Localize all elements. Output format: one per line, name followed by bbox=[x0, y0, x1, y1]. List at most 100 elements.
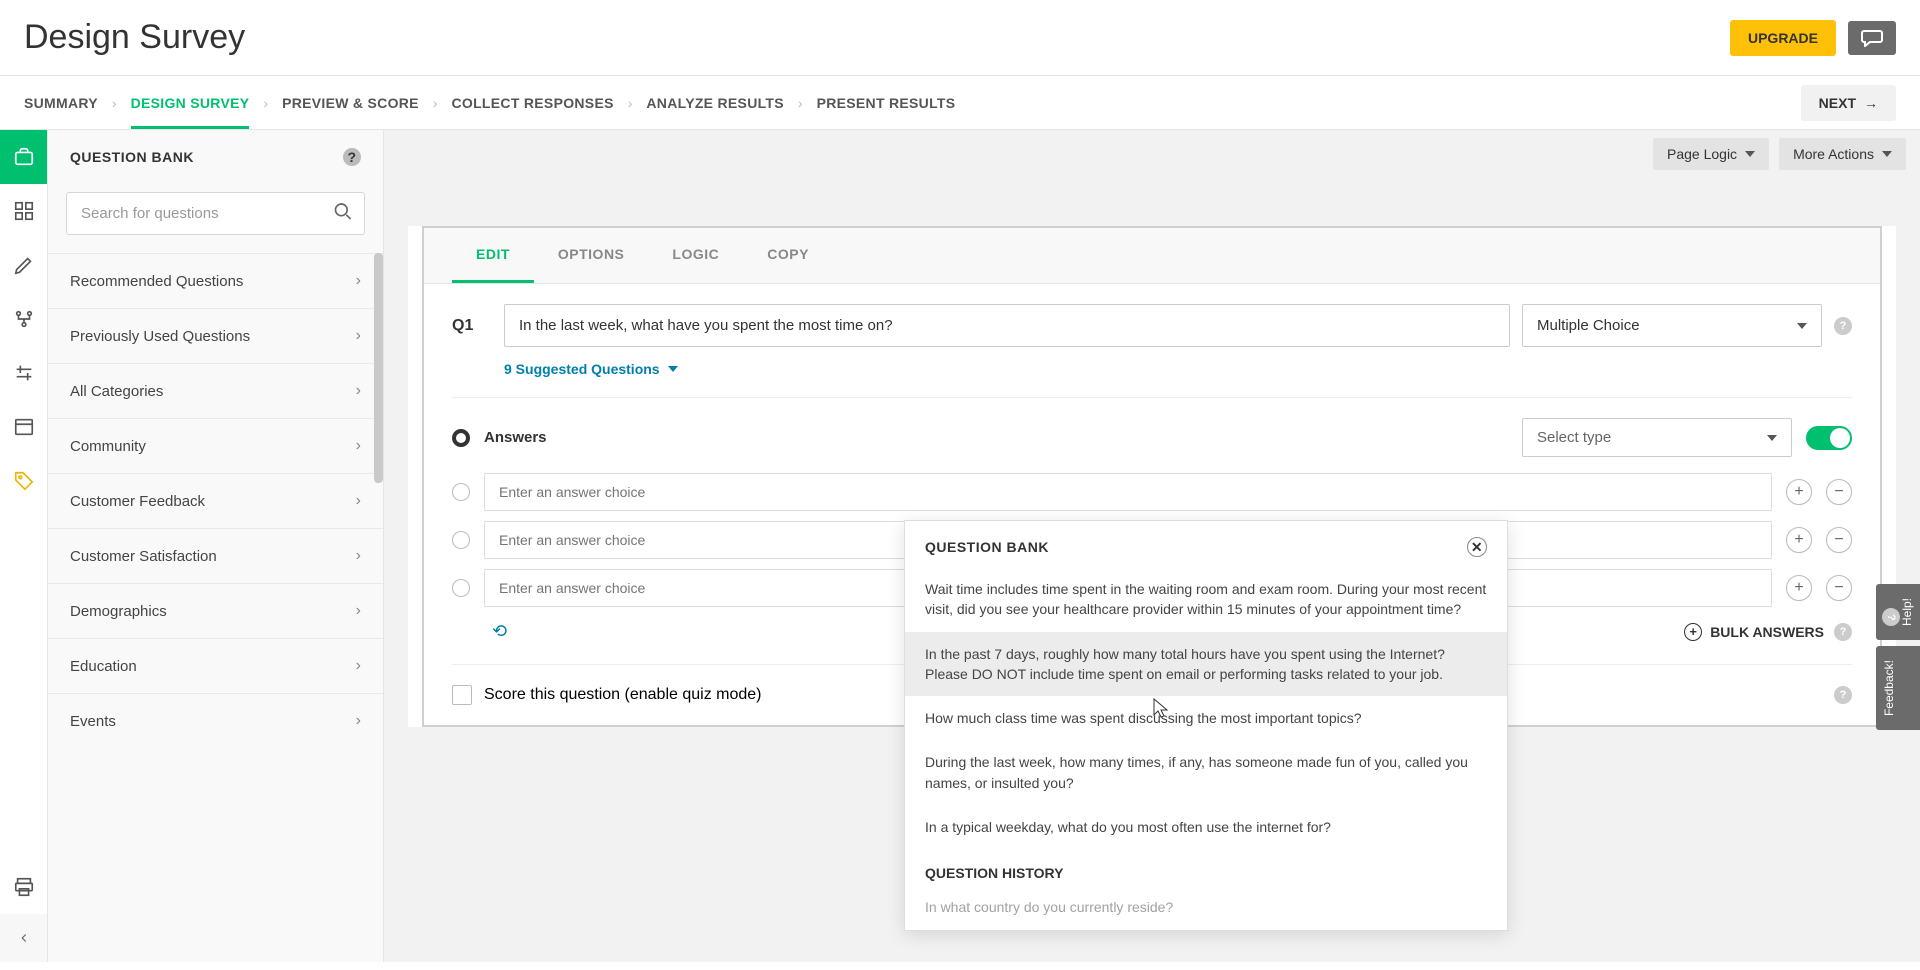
rail-themes[interactable] bbox=[0, 238, 47, 292]
tag-icon bbox=[13, 470, 35, 492]
branch-icon bbox=[13, 308, 35, 330]
rail-build[interactable] bbox=[0, 130, 47, 184]
more-actions-button[interactable]: More Actions bbox=[1779, 138, 1906, 170]
nav-present-results[interactable]: PRESENT RESULTS bbox=[817, 77, 956, 129]
remove-answer-button[interactable]: − bbox=[1826, 479, 1852, 505]
sidebar-item-events[interactable]: Events› bbox=[48, 693, 383, 748]
question-text-input[interactable] bbox=[504, 304, 1510, 347]
help-icon[interactable]: ? bbox=[1834, 317, 1852, 335]
chevron-right-icon: › bbox=[112, 95, 117, 111]
search-box bbox=[66, 192, 365, 235]
nav-collect-responses[interactable]: COLLECT RESPONSES bbox=[451, 77, 613, 129]
canvas: Page Logic More Actions EDIT OPTIONS LOG… bbox=[384, 130, 1920, 962]
rail-preview[interactable] bbox=[0, 454, 47, 508]
body: QUESTION BANK ? Recommended Questions› P… bbox=[0, 130, 1920, 962]
search-icon[interactable] bbox=[333, 201, 353, 226]
chevron-right-icon: › bbox=[356, 327, 361, 345]
bulk-answers-button[interactable]: + BULK ANSWERS bbox=[1684, 623, 1824, 641]
next-button[interactable]: NEXT → bbox=[1801, 85, 1896, 121]
chevron-right-icon: › bbox=[798, 95, 803, 111]
popover-item[interactable]: In a typical weekday, what do you most o… bbox=[905, 805, 1507, 849]
help-icon: ? bbox=[1882, 608, 1900, 626]
suggested-questions-link[interactable]: 9 Suggested Questions bbox=[504, 361, 1852, 377]
chevron-left-icon bbox=[17, 931, 31, 945]
rail-collapse[interactable] bbox=[0, 914, 47, 962]
sidebar-item-education[interactable]: Education› bbox=[48, 638, 383, 693]
search-input[interactable] bbox=[66, 192, 365, 235]
popover-item[interactable]: In the past 7 days, roughly how many tot… bbox=[905, 632, 1507, 697]
remove-answer-button[interactable]: − bbox=[1826, 575, 1852, 601]
popover-history-title: QUESTION HISTORY bbox=[905, 849, 1507, 885]
sidebar-item-recommended[interactable]: Recommended Questions› bbox=[48, 253, 383, 308]
sidebar-item-customer-satisfaction[interactable]: Customer Satisfaction› bbox=[48, 528, 383, 583]
nav-design-survey[interactable]: DESIGN SURVEY bbox=[131, 77, 250, 129]
sidebar-item-label: Previously Used Questions bbox=[70, 328, 250, 345]
plus-circle-icon: + bbox=[1684, 623, 1702, 641]
rail-logic[interactable] bbox=[0, 292, 47, 346]
upgrade-button[interactable]: UPGRADE bbox=[1730, 20, 1836, 56]
nav-summary[interactable]: SUMMARY bbox=[24, 77, 98, 129]
sidebar-item-community[interactable]: Community› bbox=[48, 418, 383, 473]
page-logic-button[interactable]: Page Logic bbox=[1653, 138, 1769, 170]
radio-icon bbox=[452, 531, 470, 549]
sidebar-item-label: Customer Feedback bbox=[70, 493, 205, 510]
add-answer-button[interactable]: + bbox=[1786, 575, 1812, 601]
sidebar-item-all-categories[interactable]: All Categories› bbox=[48, 363, 383, 418]
remove-answer-button[interactable]: − bbox=[1826, 527, 1852, 553]
help-icon[interactable]: ? bbox=[1834, 686, 1852, 704]
answers-head: Answers Select type bbox=[452, 418, 1852, 457]
popover-history-item[interactable]: In what country do you currently reside? bbox=[905, 885, 1507, 929]
score-label: Score this question (enable quiz mode) bbox=[484, 686, 762, 704]
answers-toggle[interactable] bbox=[1806, 426, 1852, 450]
rail-options[interactable] bbox=[0, 346, 47, 400]
chevron-right-icon: › bbox=[263, 95, 268, 111]
chevron-right-icon: › bbox=[356, 657, 361, 675]
sidebar-item-previously-used[interactable]: Previously Used Questions › bbox=[48, 308, 383, 363]
answer-row: + − bbox=[452, 473, 1852, 511]
sidebar-item-customer-feedback[interactable]: Customer Feedback› bbox=[48, 473, 383, 528]
window-icon bbox=[13, 416, 35, 438]
question-type-select[interactable]: Multiple Choice bbox=[1522, 304, 1822, 347]
chevron-down-icon bbox=[1797, 323, 1807, 329]
sidebar-item-demographics[interactable]: Demographics› bbox=[48, 583, 383, 638]
header-actions: UPGRADE bbox=[1730, 20, 1896, 56]
close-button[interactable]: ✕ bbox=[1467, 537, 1487, 557]
help-icon[interactable]: ? bbox=[343, 148, 361, 166]
arrow-right-icon: → bbox=[1864, 95, 1878, 111]
score-checkbox[interactable] bbox=[452, 685, 472, 705]
question-tabs: EDIT OPTIONS LOGIC COPY bbox=[424, 228, 1880, 284]
tab-edit[interactable]: EDIT bbox=[452, 228, 534, 283]
tab-options[interactable]: OPTIONS bbox=[534, 228, 649, 283]
popover-item[interactable]: During the last week, how many times, if… bbox=[905, 740, 1507, 805]
chevron-right-icon: › bbox=[356, 712, 361, 730]
rail-style[interactable] bbox=[0, 184, 47, 238]
help-icon[interactable]: ? bbox=[1834, 623, 1852, 641]
add-answer-button[interactable]: + bbox=[1786, 479, 1812, 505]
nav-analyze-results[interactable]: ANALYZE RESULTS bbox=[646, 77, 784, 129]
popover-item[interactable]: Wait time includes time spent in the wai… bbox=[905, 567, 1507, 632]
rail-print[interactable] bbox=[0, 860, 47, 914]
scrollbar-thumb[interactable] bbox=[374, 253, 383, 483]
answer-input[interactable] bbox=[484, 473, 1772, 511]
next-button-label: NEXT bbox=[1819, 95, 1856, 111]
suggested-label: 9 Suggested Questions bbox=[504, 361, 660, 377]
tab-logic[interactable]: LOGIC bbox=[648, 228, 743, 283]
answers-label: Answers bbox=[484, 429, 1508, 446]
nav-preview-score[interactable]: PREVIEW & SCORE bbox=[282, 77, 419, 129]
feedback-tab[interactable]: Feedback! bbox=[1876, 646, 1920, 730]
cycle-icon[interactable]: ⟲ bbox=[492, 621, 507, 642]
answer-type-select[interactable]: Select type bbox=[1522, 418, 1792, 457]
sidebar-list: Recommended Questions› Previously Used Q… bbox=[48, 253, 383, 962]
tab-copy[interactable]: COPY bbox=[743, 228, 833, 283]
bulk-answers-label: BULK ANSWERS bbox=[1710, 624, 1824, 640]
page-bar: Page Logic More Actions bbox=[384, 130, 1920, 178]
question-bank-popover: QUESTION BANK ✕ Wait time includes time … bbox=[904, 520, 1508, 931]
chat-button[interactable] bbox=[1848, 21, 1896, 55]
radio-icon bbox=[452, 483, 470, 501]
help-tab[interactable]: ?Help! bbox=[1876, 584, 1920, 640]
nav-steps: SUMMARY › DESIGN SURVEY › PREVIEW & SCOR… bbox=[24, 77, 955, 129]
question-row: Q1 Multiple Choice ? bbox=[452, 304, 1852, 347]
popover-item[interactable]: How much class time was spent discussing… bbox=[905, 696, 1507, 740]
add-answer-button[interactable]: + bbox=[1786, 527, 1812, 553]
rail-format[interactable] bbox=[0, 400, 47, 454]
